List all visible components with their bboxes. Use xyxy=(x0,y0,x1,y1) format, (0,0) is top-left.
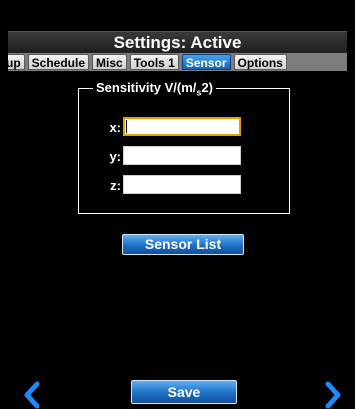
tab-schedule[interactable]: Schedule xyxy=(27,54,90,70)
sensor-list-button[interactable]: Sensor List xyxy=(122,234,244,255)
text-caret xyxy=(126,120,127,133)
page-title: Settings: Active xyxy=(113,33,242,52)
sensitivity-legend-prefix: Sensitivity V/(m/ xyxy=(96,80,197,95)
tab-row: up Schedule Misc Tools 1 Sensor Options xyxy=(8,53,290,71)
save-button[interactable]: Save xyxy=(131,380,237,404)
sensitivity-legend-suffix: 2) xyxy=(201,80,213,95)
chevron-left-icon[interactable] xyxy=(22,381,42,409)
tab-misc[interactable]: Misc xyxy=(92,54,127,70)
tab-tools-1[interactable]: Tools 1 xyxy=(129,54,179,70)
bottom-bar: Save xyxy=(0,371,355,409)
top-strip xyxy=(0,0,355,31)
y-field-label: y: xyxy=(109,149,121,164)
tab-options[interactable]: Options xyxy=(233,54,287,70)
y-field[interactable] xyxy=(123,146,241,165)
x-field[interactable] xyxy=(123,117,241,136)
sensitivity-group: Sensitivity V/(m/s2) x: y: z: xyxy=(78,80,290,214)
z-field-label: z: xyxy=(110,178,121,193)
sensitivity-legend: Sensitivity V/(m/s2) xyxy=(93,80,216,97)
z-field[interactable] xyxy=(123,175,241,194)
tab-setup[interactable]: up xyxy=(8,54,25,70)
tab-bar: up Schedule Misc Tools 1 Sensor Options xyxy=(8,53,347,71)
sensor-panel: Sensitivity V/(m/s2) x: y: z: Sensor Lis… xyxy=(8,71,347,371)
x-field-label: x: xyxy=(109,120,121,135)
device-screen: Settings: Active up Schedule Misc Tools … xyxy=(0,0,355,409)
chevron-right-icon[interactable] xyxy=(323,381,343,409)
title-bar: Settings: Active xyxy=(8,31,347,53)
tab-sensor[interactable]: Sensor xyxy=(181,54,231,70)
